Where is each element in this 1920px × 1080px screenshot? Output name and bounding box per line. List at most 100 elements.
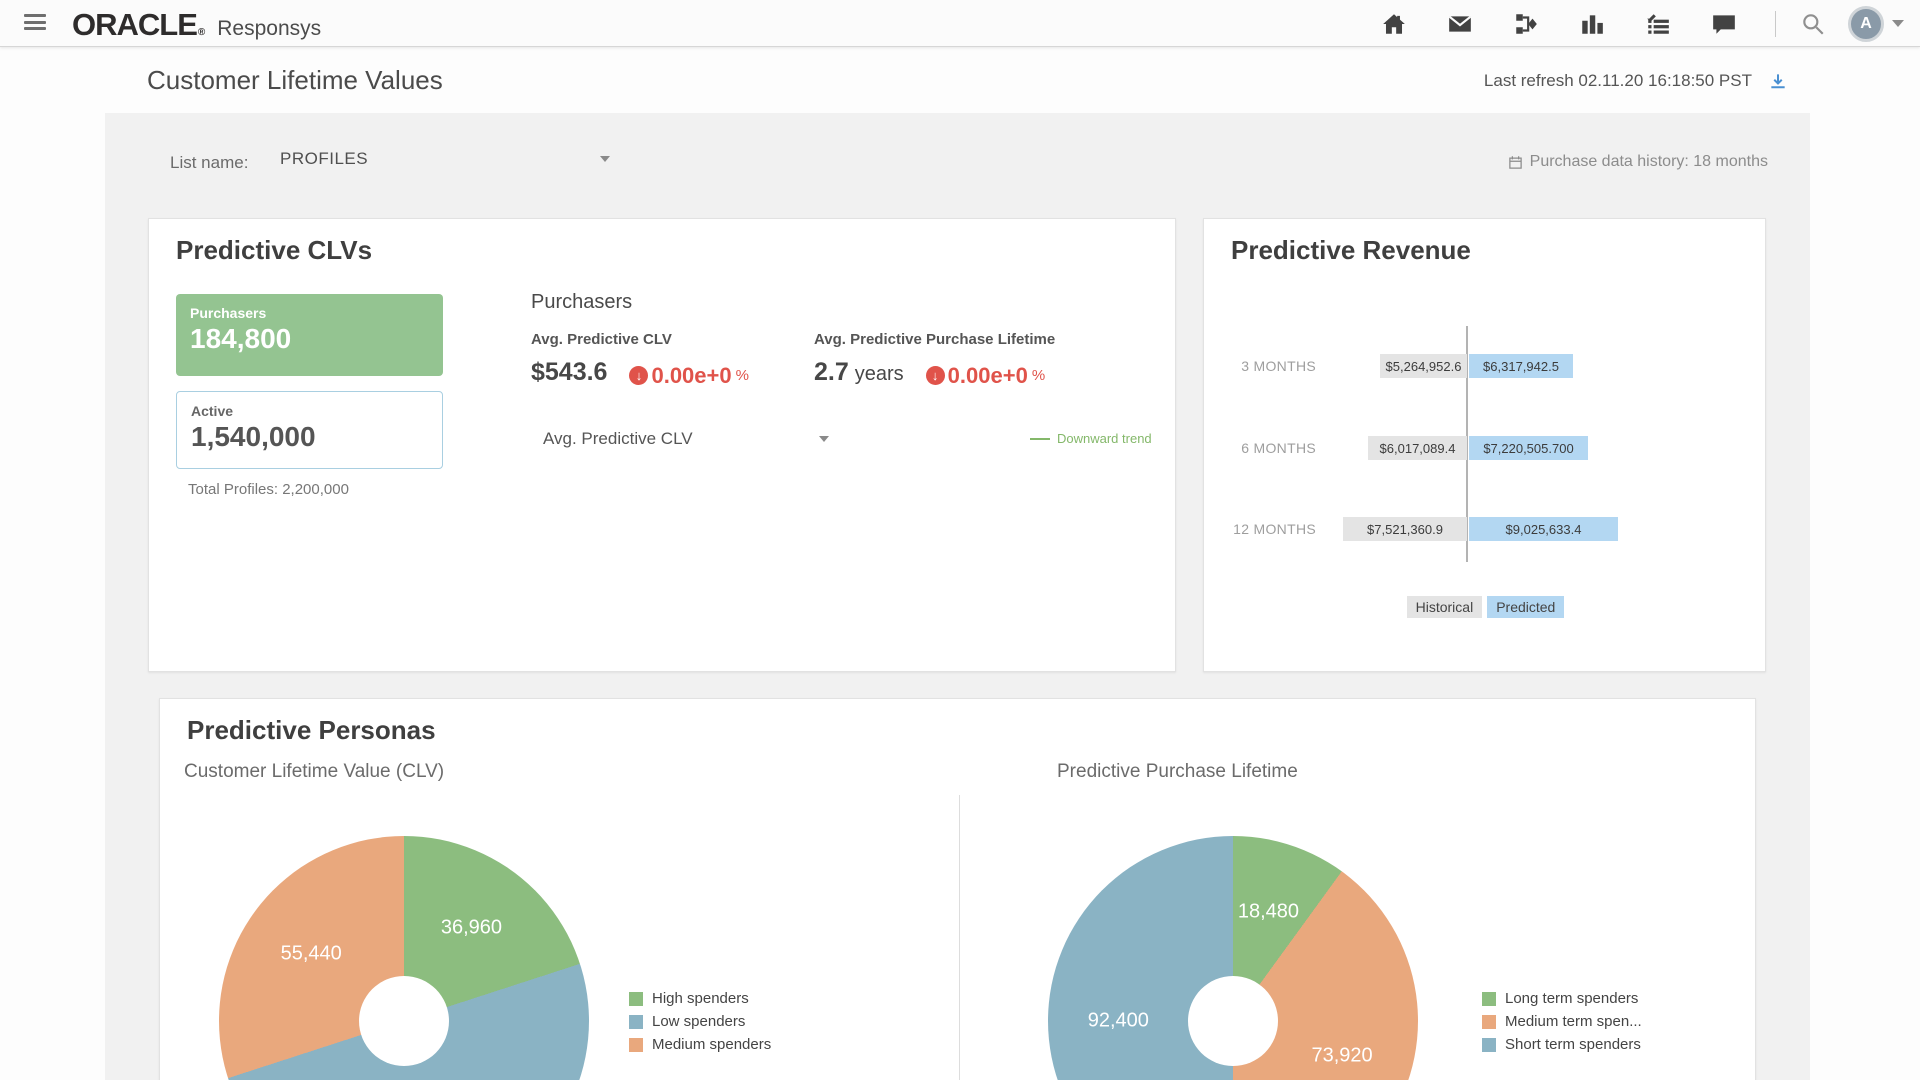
brand-logo: ORACLE ® Responsys [72,7,321,43]
clv-donut-chart[interactable]: 36,96092,40055,440 [219,836,589,1080]
metric-change-unit: % [736,367,749,384]
predictive-clvs-card: Predictive CLVs Purchasers 184,800 Activ… [148,218,1176,672]
legend-label: Long term spenders [1505,990,1638,1007]
nav-divider [1775,11,1776,37]
bar-value-label: $7,220,505.700 [1483,441,1573,456]
legend-label: Low spenders [652,1013,745,1030]
predicted-bar[interactable]: $9,025,633.4 [1469,517,1618,541]
legend-item[interactable]: Short term spenders [1482,1033,1642,1056]
list-name-value: PROFILES [280,149,368,169]
legend-swatch [629,992,643,1006]
legend-item[interactable]: Long term spenders [1482,987,1642,1010]
legend-item[interactable]: Low spenders [629,1010,771,1033]
slice-value-label: 36,960 [441,917,502,940]
registered-mark: ® [198,27,205,38]
trend-line-icon [1030,438,1050,440]
purchase-history: Purchase data history: 18 months [1508,153,1768,171]
revenue-category-label: 6 MONTHS [1241,436,1316,460]
personas-card-title: Predictive Personas [187,715,436,746]
slice-value-label: 18,480 [1238,900,1299,923]
purchasers-kpi-value: 184,800 [190,323,429,355]
caret-down-icon [1892,20,1904,27]
legend-item[interactable]: High spenders [629,987,771,1010]
clv-donut-legend: High spenders Low spenders Medium spenders [629,987,771,1056]
active-kpi-value: 1,540,000 [191,421,428,453]
legend-historical[interactable]: Historical [1407,596,1483,618]
avatar[interactable]: A [1848,6,1884,42]
metric-dropdown-value: Avg. Predictive CLV [543,429,693,449]
menu-icon[interactable] [24,14,46,32]
metric-label: Avg. Predictive CLV [531,331,749,348]
mail-icon[interactable] [1445,9,1475,39]
app-window: ORACLE ® Responsys [0,0,1920,1080]
analytics-icon[interactable] [1577,9,1607,39]
legend-predicted[interactable]: Predicted [1487,596,1564,618]
home-icon[interactable] [1379,9,1409,39]
legend-swatch [1482,1015,1496,1029]
purchase-history-label: Purchase data history: 18 months [1530,153,1768,171]
lifetime-donut-legend: Long term spenders Medium term spen... Sho… [1482,987,1642,1056]
metric-unit: years [855,363,904,386]
legend-swatch [1482,1038,1496,1052]
predictive-revenue-card: Predictive Revenue 3 MONTHS$5,264,952.6$… [1203,218,1766,672]
donut-hole [1188,976,1278,1066]
last-refresh-label: Last refresh 02.11.20 16:18:50 PST [1484,71,1752,91]
down-arrow-icon: ↓ [926,366,945,385]
legend-swatch [1482,992,1496,1006]
total-profiles-label: Total Profiles: 2,200,000 [188,481,349,498]
legend-label: Medium spenders [652,1036,771,1053]
historical-bar[interactable]: $6,017,089.4 [1368,436,1467,460]
revenue-chart-row: 3 MONTHS $5,264,952.6 $6,317,942.5 [1204,354,1767,378]
purchasers-kpi-label: Purchasers [190,305,429,321]
slice-value-label: 73,920 [1311,1045,1372,1068]
feedback-icon[interactable] [1709,9,1739,39]
dropdown-caret-icon [600,156,610,162]
revenue-chart-row: 6 MONTHS $6,017,089.4 $7,220,505.700 [1204,436,1767,460]
predicted-bar[interactable]: $7,220,505.700 [1469,436,1588,460]
top-nav: ORACLE ® Responsys [0,0,1920,47]
download-icon[interactable] [1768,71,1788,91]
legend-label: High spenders [652,990,749,1007]
down-arrow-icon: ↓ [629,366,648,385]
metric-dropdown[interactable]: Avg. Predictive CLV [543,429,829,449]
donut-hole [359,976,449,1066]
historical-bar[interactable]: $5,264,952.6 [1380,354,1467,378]
lifetime-donut-chart[interactable]: 18,48073,92092,400 [1048,836,1418,1080]
legend-swatch [629,1015,643,1029]
revenue-legend: Historical Predicted [1204,596,1767,618]
trend-legend: Downward trend [1030,431,1152,446]
nav-icon-bar: A [1379,0,1920,47]
revenue-category-label: 12 MONTHS [1233,517,1316,541]
product-name: Responsys [217,17,321,41]
bar-value-label: $6,317,942.5 [1483,359,1559,374]
tasks-icon[interactable] [1643,9,1673,39]
trend-legend-label: Downward trend [1057,431,1152,446]
metric-change: 0.00e+0 [651,363,731,389]
historical-bar[interactable]: $7,521,360.9 [1343,517,1467,541]
legend-swatch [629,1038,643,1052]
active-kpi-label: Active [191,403,428,419]
search-icon[interactable] [1798,9,1828,39]
legend-item[interactable]: Medium term spen... [1482,1010,1642,1033]
avg-purchase-lifetime-metric: Avg. Predictive Purchase Lifetime 2.7 ye… [814,331,1055,389]
revenue-category-label: 3 MONTHS [1241,354,1316,378]
metric-label: Avg. Predictive Purchase Lifetime [814,331,1055,348]
program-icon[interactable] [1511,9,1541,39]
bar-value-label: $7,521,360.9 [1367,522,1443,537]
oracle-wordmark: ORACLE [72,7,197,43]
list-name-select[interactable]: PROFILES [280,149,610,169]
metric-change-unit: % [1032,367,1045,384]
dropdown-caret-icon [819,436,829,442]
metric-value: $543.6 [531,358,607,387]
bar-value-label: $6,017,089.4 [1380,441,1456,456]
active-kpi[interactable]: Active 1,540,000 [176,391,443,469]
predicted-bar[interactable]: $6,317,942.5 [1469,354,1573,378]
legend-label: Medium term spen... [1505,1013,1642,1030]
avg-predictive-clv-metric: Avg. Predictive CLV $543.6 ↓ 0.00e+0 % [531,331,749,389]
legend-item[interactable]: Medium spenders [629,1033,771,1056]
filters-row: List name: PROFILES Purchase data histor… [105,113,1810,218]
purchasers-kpi[interactable]: Purchasers 184,800 [176,294,443,376]
bar-value-label: $9,025,633.4 [1506,522,1582,537]
user-menu[interactable]: A [1848,6,1904,42]
clv-card-title: Predictive CLVs [176,235,372,266]
